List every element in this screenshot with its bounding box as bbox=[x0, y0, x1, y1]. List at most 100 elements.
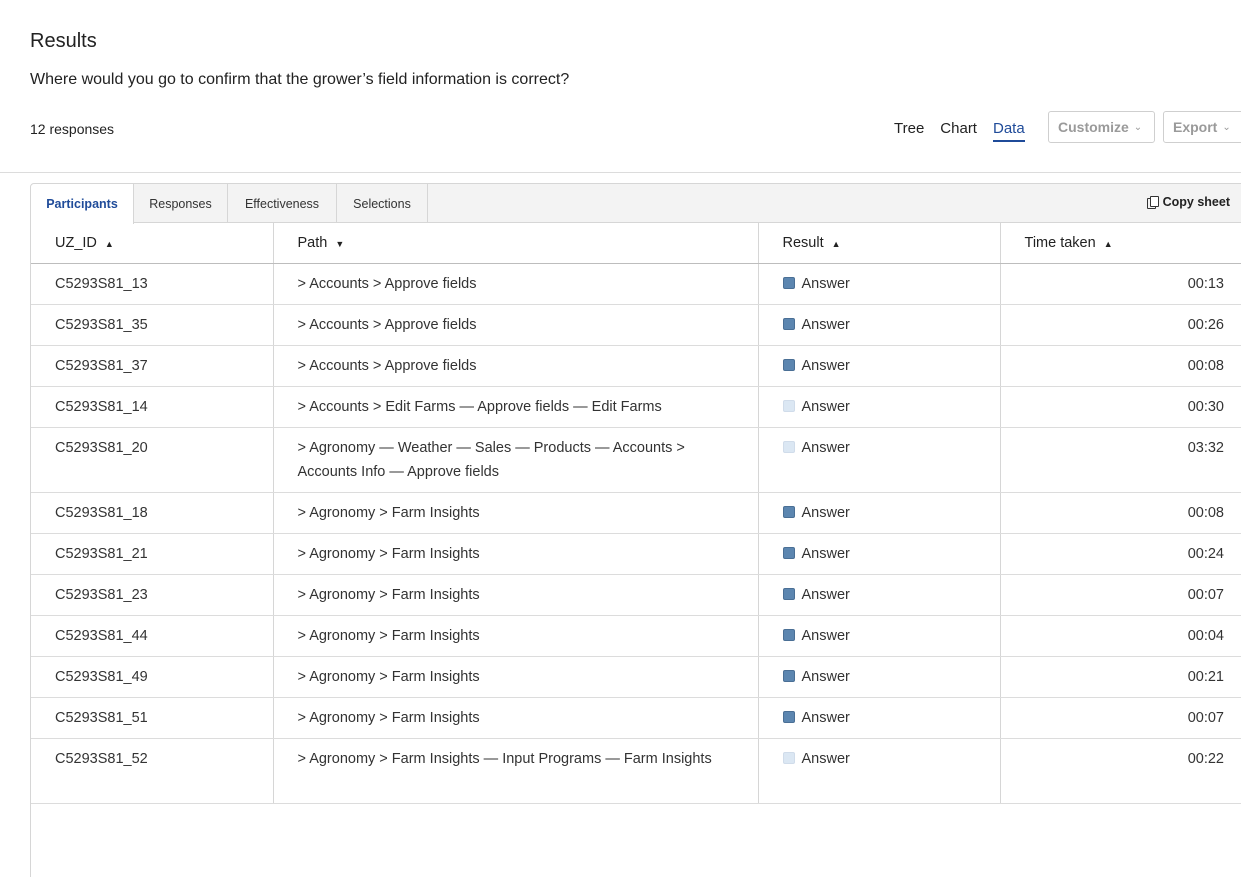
cell-time-taken: 00:26 bbox=[1000, 304, 1241, 346]
results-panel: Participants Responses Effectiveness Sel… bbox=[30, 183, 1241, 877]
column-header-path[interactable]: Path ▼ bbox=[273, 223, 759, 264]
cell-uz-id: C5293S81_44 bbox=[31, 615, 274, 657]
cell-path: > Agronomy > Farm Insights bbox=[273, 615, 759, 657]
path-separator: > bbox=[297, 275, 306, 292]
responses-count: 12 responses bbox=[30, 121, 115, 137]
cell-result: Answer bbox=[758, 304, 1001, 346]
copy-icon bbox=[1146, 196, 1159, 209]
cell-time-taken: 00:13 bbox=[1000, 263, 1241, 305]
result-indirect-marker bbox=[782, 440, 795, 453]
cell-uz-id: C5293S81_13 bbox=[31, 263, 274, 305]
page-title: Results bbox=[30, 30, 97, 52]
cell-result: Answer bbox=[758, 738, 1001, 804]
chevron-down-icon: ⌄ bbox=[1222, 121, 1231, 133]
cell-uz-id: C5293S81_35 bbox=[31, 304, 274, 346]
tab-effectiveness[interactable]: Effectiveness bbox=[228, 184, 337, 223]
chevron-down-icon: ▼ bbox=[335, 238, 345, 249]
result-label: Answer bbox=[801, 709, 850, 726]
cell-time-taken: 00:08 bbox=[1000, 492, 1241, 534]
result-direct-marker bbox=[782, 587, 795, 600]
result-label: Answer bbox=[801, 545, 850, 562]
cell-uz-id: C5293S81_52 bbox=[31, 738, 274, 804]
path-separator: > bbox=[297, 357, 306, 374]
table-row: C5293S81_21 > Agronomy > Farm Insights Ans… bbox=[31, 533, 1241, 575]
export-label: Export bbox=[1173, 119, 1218, 135]
result-label: Answer bbox=[801, 275, 850, 292]
column-label: Time taken bbox=[1024, 234, 1096, 251]
sort-icon: ▲︎ bbox=[1103, 238, 1113, 249]
sort-icon: ▲︎ bbox=[104, 238, 114, 249]
cell-path: > Agronomy > Farm Insights bbox=[273, 574, 759, 616]
cell-time-taken: 00:30 bbox=[1000, 386, 1241, 428]
view-switch: Tree Chart Data bbox=[894, 120, 1025, 142]
cell-result: Answer bbox=[758, 263, 1001, 305]
table-row: C5293S81_18 > Agronomy > Farm Insights Ans… bbox=[31, 492, 1241, 534]
cell-path: > Accounts > Edit Farms — Approve fields… bbox=[273, 386, 759, 428]
cell-path: > Agronomy > Farm Insights bbox=[273, 697, 759, 739]
result-label: Answer bbox=[801, 750, 850, 767]
sort-icon: ▲︎ bbox=[831, 238, 841, 249]
cell-result: Answer bbox=[758, 656, 1001, 698]
cell-result: Answer bbox=[758, 574, 1001, 616]
export-button[interactable]: Export ⌄ bbox=[1163, 111, 1241, 143]
path-step: Accounts bbox=[309, 275, 369, 292]
cell-uz-id: C5293S81_49 bbox=[31, 656, 274, 698]
result-indirect-marker bbox=[782, 399, 795, 412]
cell-uz-id: C5293S81_20 bbox=[31, 427, 274, 493]
header-divider bbox=[0, 172, 1241, 173]
result-indirect-marker bbox=[782, 751, 795, 764]
table-row: C5293S81_14 > Accounts > Edit Farms — App… bbox=[31, 386, 1241, 428]
column-header-result[interactable]: Result ▲︎ bbox=[758, 223, 1001, 264]
result-label: Answer bbox=[801, 627, 850, 644]
result-direct-marker bbox=[782, 628, 795, 641]
column-header-time-taken[interactable]: Time taken ▲︎ bbox=[1000, 223, 1241, 264]
cell-path: > Agronomy > Farm Insights bbox=[273, 492, 759, 534]
table-row: C5293S81_20 > Agronomy — Weather — Sales … bbox=[31, 427, 1241, 493]
tab-responses[interactable]: Responses bbox=[134, 184, 228, 223]
tab-bar: Participants Responses Effectiveness Sel… bbox=[31, 184, 1241, 224]
task-question: Where would you go to confirm that the g… bbox=[30, 71, 570, 88]
cell-result: Answer bbox=[758, 345, 1001, 387]
result-direct-marker bbox=[782, 669, 795, 682]
result-label: Answer bbox=[801, 316, 850, 333]
path-step: Approve fields bbox=[384, 316, 477, 333]
table-row: C5293S81_44 > Agronomy > Farm Insights Ans… bbox=[31, 615, 1241, 657]
column-label: UZ_ID bbox=[55, 234, 97, 251]
participants-table: UZ_ID ▲︎ Path ▼ Result ▲︎ Time taken ▲︎ C529… bbox=[31, 223, 1241, 804]
table-row: C5293S81_23 > Agronomy > Farm Insights Ans… bbox=[31, 574, 1241, 616]
cell-uz-id: C5293S81_51 bbox=[31, 697, 274, 739]
path-separator: > bbox=[372, 357, 382, 374]
cell-uz-id: C5293S81_21 bbox=[31, 533, 274, 575]
table-header-row: UZ_ID ▲︎ Path ▼ Result ▲︎ Time taken ▲︎ bbox=[31, 223, 1241, 264]
tab-participants[interactable]: Participants bbox=[31, 184, 134, 224]
path-separator: > bbox=[297, 316, 306, 333]
cell-result: Answer bbox=[758, 386, 1001, 428]
tab-selections[interactable]: Selections bbox=[337, 184, 428, 223]
cell-uz-id: C5293S81_37 bbox=[31, 345, 274, 387]
table-row: C5293S81_52 > Agronomy > Farm Insights — … bbox=[31, 738, 1241, 804]
cell-path: > Agronomy > Farm Insights — Input Progr… bbox=[273, 738, 759, 804]
cell-result: Answer bbox=[758, 492, 1001, 534]
path-step: Accounts bbox=[309, 316, 369, 333]
column-header-uz-id[interactable]: UZ_ID ▲︎ bbox=[31, 223, 274, 264]
table-row: C5293S81_35 > Accounts > Approve fields An… bbox=[31, 304, 1241, 346]
table-row: C5293S81_51 > Agronomy > Farm Insights Ans… bbox=[31, 697, 1241, 739]
result-label: Answer bbox=[801, 586, 850, 603]
result-direct-marker bbox=[782, 710, 795, 723]
view-chart-link[interactable]: Chart bbox=[940, 120, 977, 142]
path-separator: > bbox=[372, 275, 382, 292]
customize-button[interactable]: Customize ⌄ bbox=[1048, 111, 1155, 143]
result-direct-marker bbox=[782, 358, 795, 371]
column-label: Path bbox=[297, 234, 328, 251]
view-tree-link[interactable]: Tree bbox=[894, 120, 924, 142]
cell-time-taken: 00:24 bbox=[1000, 533, 1241, 575]
view-data-link[interactable]: Data bbox=[992, 120, 1025, 142]
result-label: Answer bbox=[801, 439, 850, 456]
path-step: Approve fields bbox=[384, 275, 477, 292]
cell-time-taken: 00:07 bbox=[1000, 697, 1241, 739]
copy-sheet-button[interactable]: Copy sheet bbox=[1146, 195, 1230, 209]
cell-uz-id: C5293S81_23 bbox=[31, 574, 274, 616]
cell-result: Answer bbox=[758, 533, 1001, 575]
table-row: C5293S81_49 > Agronomy > Farm Insights Ans… bbox=[31, 656, 1241, 698]
customize-label: Customize bbox=[1058, 119, 1129, 135]
